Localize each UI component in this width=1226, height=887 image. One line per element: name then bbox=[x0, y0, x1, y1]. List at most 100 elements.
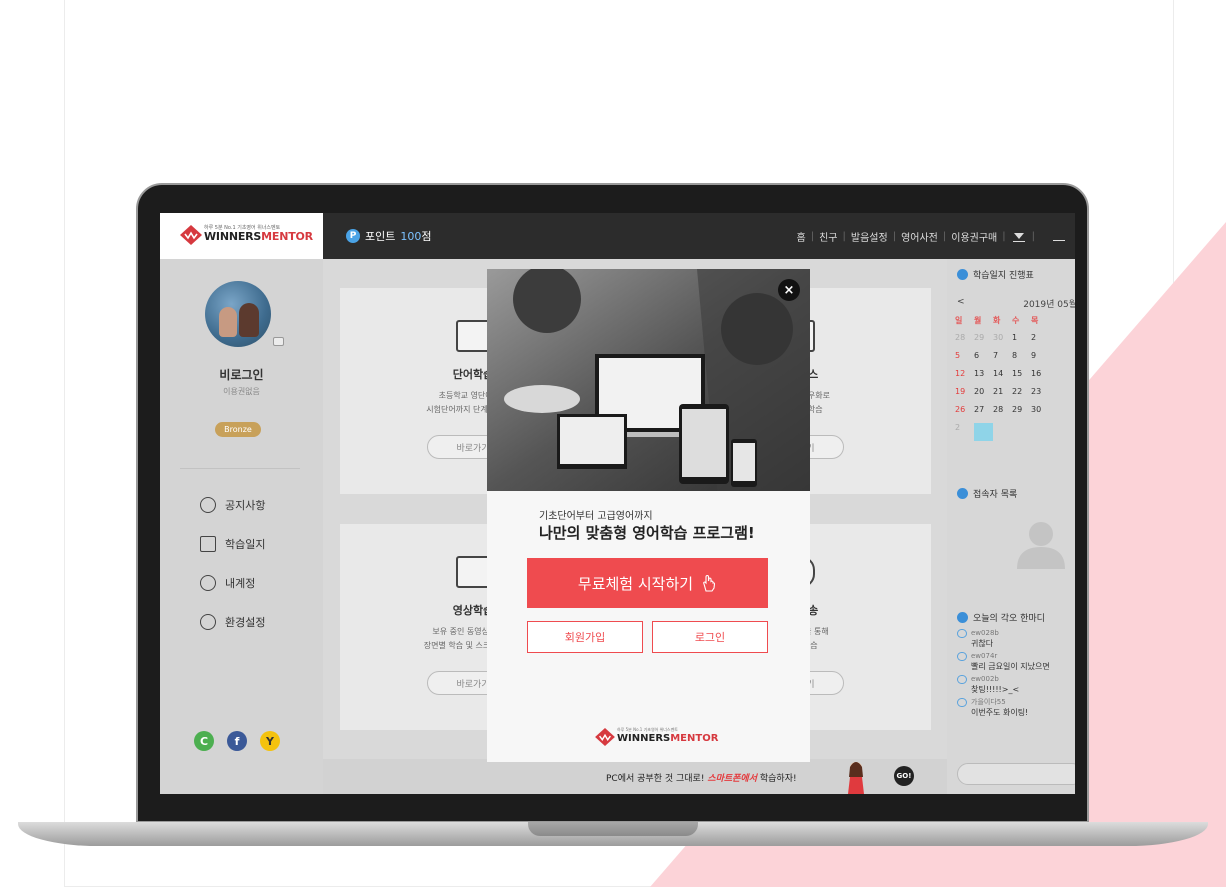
weekday: 일 bbox=[955, 316, 963, 325]
calendar-icon bbox=[200, 536, 216, 552]
sidebar-item-account[interactable]: 내계정 bbox=[200, 573, 265, 593]
calendar-day[interactable]: 2 bbox=[1031, 333, 1050, 351]
calendar-week: 26 27 28 29 30 bbox=[955, 405, 1050, 423]
laptop-notch bbox=[528, 822, 698, 836]
go-button[interactable]: GO! bbox=[894, 766, 914, 786]
menu-purchase[interactable]: 이용권구매 bbox=[946, 229, 1002, 244]
green-circle-icon[interactable]: C bbox=[194, 731, 214, 751]
account-icon bbox=[200, 575, 216, 591]
clock-icon bbox=[957, 269, 968, 280]
banner-highlight: 스마트폰에서 bbox=[707, 774, 757, 784]
logo-word-mentor: MENTOR bbox=[261, 230, 313, 243]
logo-word-winners: WINNERS bbox=[204, 230, 262, 243]
sidebar-item-study-log[interactable]: 학습일지 bbox=[200, 534, 265, 554]
points-icon: P bbox=[346, 229, 360, 243]
calendar-day[interactable]: 9 bbox=[1031, 351, 1050, 369]
calendar-day[interactable]: 26 bbox=[955, 405, 974, 423]
calendar-day[interactable]: 6 bbox=[974, 351, 993, 369]
modal-title: 나만의 맞춤형 영어학습 프로그램! bbox=[539, 524, 755, 542]
user-name: 비로그인 bbox=[219, 368, 264, 382]
calendar-day[interactable]: 29 bbox=[1012, 405, 1031, 423]
chat-item: ew028b 귀찮다 bbox=[957, 628, 1075, 649]
free-trial-button[interactable]: 무료체험 시작하기 bbox=[527, 558, 768, 608]
calendar-day[interactable]: 22 bbox=[1012, 387, 1031, 405]
download-icon[interactable] bbox=[1012, 231, 1026, 243]
logo-mark-icon bbox=[180, 225, 202, 245]
camera-icon[interactable] bbox=[273, 337, 284, 346]
calendar-title: 학습일지 진행표 bbox=[973, 271, 1034, 281]
promo-banner[interactable]: PC에서 공부한 것 그대로! 스마트폰에서 학습하자! GO! bbox=[323, 759, 947, 794]
sidebar-item-settings[interactable]: 환경설정 bbox=[200, 612, 265, 632]
calendar-day[interactable]: 28 bbox=[955, 333, 974, 351]
calendar-day[interactable]: 12 bbox=[955, 369, 974, 387]
menu-separator: | bbox=[1031, 231, 1035, 242]
logo[interactable]: 하루 5분 No.1 기초영어 위너스멘토 WINNERSMENTOR bbox=[160, 213, 323, 259]
login-button[interactable]: 로그인 bbox=[652, 621, 768, 653]
speech-bubble-icon bbox=[957, 652, 967, 661]
menu-friends[interactable]: 친구 bbox=[814, 229, 842, 244]
top-menu: 홈 | 친구 | 발음설정 | 영어사전 | 이용권구매 | | bbox=[792, 229, 1035, 244]
calendar-day[interactable]: 1 bbox=[1012, 333, 1031, 351]
facebook-icon[interactable]: f bbox=[227, 731, 247, 751]
chat-message: 찾팅!!!!!>_< bbox=[971, 685, 1020, 694]
user-icon bbox=[957, 488, 968, 499]
menu-pronunciation[interactable]: 발음설정 bbox=[846, 229, 893, 244]
calendar-day[interactable]: 7 bbox=[993, 351, 1012, 369]
menu-home[interactable]: 홈 bbox=[792, 229, 811, 244]
signup-button[interactable]: 회원가입 bbox=[527, 621, 643, 653]
chat-user-id: ew028b bbox=[971, 629, 999, 637]
chat-icon bbox=[957, 612, 968, 623]
calendar-day[interactable]: 16 bbox=[1031, 369, 1050, 387]
points-label: 포인트 bbox=[365, 230, 396, 243]
sidebar-item-label: 학습일지 bbox=[225, 538, 266, 551]
promo-modal: × 기초단어부터 고급영어까지 나만의 맞춤형 영어학습 프로그램! 무료체험 … bbox=[487, 269, 810, 762]
calendar-week: 28 29 30 1 2 bbox=[955, 333, 1050, 351]
book-icon bbox=[456, 320, 490, 352]
calendar-day[interactable]: 23 bbox=[1031, 387, 1050, 405]
calendar-day[interactable]: 30 bbox=[1031, 405, 1050, 423]
modal-logo-word-mentor: MENTOR bbox=[670, 733, 719, 744]
modal-subtitle: 기초단어부터 고급영어까지 bbox=[539, 511, 653, 522]
chat-input[interactable] bbox=[957, 763, 1075, 785]
right-panel: 학습일지 진행표 < 2019년 05월 일 월 화 수 목 28 29 30 bbox=[947, 259, 1075, 794]
avatar[interactable] bbox=[205, 281, 271, 347]
calendar-day[interactable]: 21 bbox=[993, 387, 1012, 405]
weekday: 수 bbox=[1012, 316, 1020, 325]
calendar-day[interactable]: 27 bbox=[974, 405, 993, 423]
calendar-day[interactable]: 20 bbox=[974, 387, 993, 405]
page: 하루 5분 No.1 기초영어 위너스멘토 WINNERSMENTOR P 포인… bbox=[0, 0, 1226, 887]
calendar-day[interactable]: 13 bbox=[974, 369, 993, 387]
modal-logo-wordmark: WINNERSMENTOR bbox=[617, 733, 718, 744]
visitors-title: 접속자 목록 bbox=[973, 490, 1018, 500]
calendar-prev-button[interactable]: < bbox=[957, 297, 965, 310]
grade-badge: Bronze bbox=[215, 422, 261, 437]
calendar-day[interactable]: 30 bbox=[993, 333, 1012, 351]
yellow-circle-icon[interactable]: Y bbox=[260, 731, 280, 751]
chat-message: 귀찮다 bbox=[971, 639, 994, 648]
banner-text-start: PC에서 공부한 것 그대로! bbox=[606, 774, 705, 784]
calendar-day[interactable]: 29 bbox=[974, 333, 993, 351]
sidebar-item-notice[interactable]: 공지사항 bbox=[200, 495, 265, 515]
chat-header: 오늘의 각오 한마디 bbox=[957, 611, 1045, 624]
calendar-day-selected[interactable] bbox=[974, 423, 993, 441]
menu-dictionary[interactable]: 영어사전 bbox=[896, 229, 943, 244]
calendar-day[interactable]: 8 bbox=[1012, 351, 1031, 369]
modal-logo-word-winners: WINNERS bbox=[617, 733, 671, 744]
speech-bubble-icon bbox=[957, 698, 967, 707]
calendar-weekdays: 일 월 화 수 목 bbox=[955, 315, 1050, 333]
calendar-week: 2 bbox=[955, 423, 1050, 441]
calendar-day[interactable]: 14 bbox=[993, 369, 1012, 387]
calendar-day[interactable]: 5 bbox=[955, 351, 974, 369]
calendar-day[interactable]: 2 bbox=[955, 423, 974, 441]
chat-item: ew002b 찾팅!!!!!>_< bbox=[957, 674, 1075, 695]
tv-icon bbox=[456, 556, 490, 588]
calendar-week: 12 13 14 15 16 bbox=[955, 369, 1050, 387]
calendar-day[interactable]: 28 bbox=[993, 405, 1012, 423]
close-icon[interactable]: × bbox=[778, 279, 800, 301]
menu-separator: | bbox=[1002, 231, 1006, 242]
calendar-day[interactable]: 19 bbox=[955, 387, 974, 405]
minimize-icon[interactable] bbox=[1053, 240, 1065, 241]
calendar-grid: 일 월 화 수 목 28 29 30 1 2 5 6 7 8 9 12 13 1… bbox=[955, 315, 1050, 441]
user-silhouette-icon bbox=[1017, 522, 1065, 569]
calendar-day[interactable]: 15 bbox=[1012, 369, 1031, 387]
